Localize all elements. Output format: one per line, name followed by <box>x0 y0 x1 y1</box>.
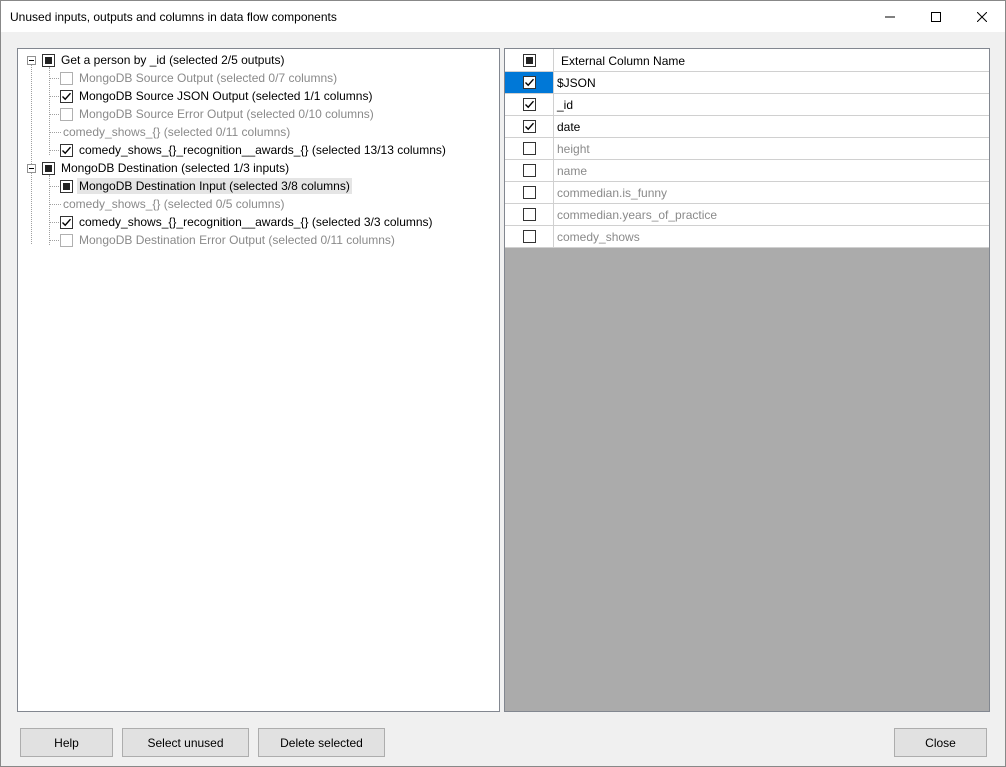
row-checkbox[interactable] <box>522 208 536 221</box>
close-window-button[interactable] <box>959 1 1005 32</box>
partial-checkbox[interactable] <box>42 53 55 67</box>
grid-row[interactable]: commedian.years_of_practice <box>505 204 989 226</box>
grid-row[interactable]: commedian.is_funny <box>505 182 989 204</box>
row-checkbox[interactable] <box>522 230 536 243</box>
tree-node-label: comedy_shows_{} (selected 0/5 columns) <box>63 197 285 211</box>
grid-checkbox-cell[interactable] <box>505 226 554 247</box>
tree-connector <box>49 222 59 223</box>
collapse-icon[interactable] <box>27 163 36 173</box>
tree-node-output[interactable]: MongoDB Destination Error Output (select… <box>60 231 397 249</box>
maximize-button[interactable] <box>913 1 959 32</box>
tree-node-label: MongoDB Destination (selected 1/3 inputs… <box>61 161 290 175</box>
tree-node-label: comedy_shows_{}_recognition__awards_{} (… <box>79 215 433 229</box>
tree-connector <box>49 132 61 133</box>
tree-node-label: MongoDB Source Error Output (selected 0/… <box>79 107 374 121</box>
tree-connector <box>49 67 50 155</box>
tree-connector <box>49 186 59 187</box>
external-column-name: $JSON <box>557 76 596 90</box>
external-column-name: _id <box>557 98 574 112</box>
tree-connector <box>49 114 59 115</box>
tree-connector <box>49 96 59 97</box>
tree-node-label: MongoDB Destination Error Output (select… <box>79 233 395 247</box>
tree-node-output[interactable]: MongoDB Source JSON Output (selected 1/1… <box>60 87 374 105</box>
grid-row[interactable]: _id <box>505 94 989 116</box>
delete-selected-button[interactable]: Delete selected <box>258 728 385 757</box>
grid-header: External Column Name <box>505 49 989 72</box>
external-column-name: height <box>557 142 590 156</box>
checkbox <box>60 233 73 247</box>
external-column-name: comedy_shows <box>557 230 640 244</box>
window-title: Unused inputs, outputs and columns in da… <box>10 10 337 24</box>
partial-checkbox[interactable] <box>60 179 73 193</box>
tree-node-output[interactable]: comedy_shows_{}_recognition__awards_{} (… <box>60 141 448 159</box>
tree-node-output[interactable]: comedy_shows_{} (selected 0/5 columns) <box>61 195 286 213</box>
minimize-icon <box>885 16 895 17</box>
tree-node-label: MongoDB Source JSON Output (selected 1/1… <box>79 89 373 103</box>
checkbox[interactable] <box>60 143 73 157</box>
external-column-name: name <box>557 164 588 178</box>
grid-row[interactable]: height <box>505 138 989 160</box>
tree-node-label: comedy_shows_{}_recognition__awards_{} (… <box>79 143 446 157</box>
tree-connector <box>49 240 59 241</box>
row-checkbox[interactable] <box>522 120 536 133</box>
tree-connector <box>31 64 32 172</box>
help-button[interactable]: Help <box>20 728 113 757</box>
title-bar: Unused inputs, outputs and columns in da… <box>1 1 1005 32</box>
checkbox[interactable] <box>60 215 73 229</box>
tree-node-component[interactable]: Get a person by _id (selected 2/5 output… <box>27 51 286 69</box>
select-all-header-cell[interactable] <box>505 49 554 72</box>
grid-row[interactable]: comedy_shows <box>505 226 989 248</box>
external-column-name: commedian.years_of_practice <box>557 208 718 222</box>
collapse-icon[interactable] <box>27 55 36 65</box>
close-icon <box>977 11 987 22</box>
checkbox <box>60 107 73 121</box>
tree-node-label: MongoDB Source Output (selected 0/7 colu… <box>79 71 338 85</box>
grid-checkbox-cell[interactable] <box>505 138 554 159</box>
row-checkbox[interactable] <box>522 164 536 177</box>
close-button[interactable]: Close <box>894 728 987 757</box>
select-unused-button[interactable]: Select unused <box>122 728 249 757</box>
row-checkbox[interactable] <box>522 186 536 199</box>
tree-node-label: Get a person by _id (selected 2/5 output… <box>61 53 285 67</box>
tree-node-component[interactable]: MongoDB Destination (selected 1/3 inputs… <box>27 159 291 177</box>
checkbox <box>60 71 73 85</box>
row-checkbox[interactable] <box>522 76 536 89</box>
external-column-name: date <box>557 120 581 134</box>
grid-checkbox-cell[interactable] <box>505 160 554 181</box>
tree-node-label: comedy_shows_{} (selected 0/11 columns) <box>63 125 291 139</box>
grid-row[interactable]: $JSON <box>505 72 989 94</box>
grid-row[interactable]: name <box>505 160 989 182</box>
minimize-button[interactable] <box>867 1 913 32</box>
columns-grid[interactable]: External Column Name $JSON _iddate height n… <box>504 48 990 712</box>
partial-checkbox[interactable] <box>42 161 55 175</box>
checkbox[interactable] <box>60 89 73 103</box>
tree-node-label: MongoDB Destination Input (selected 3/8 … <box>77 178 352 194</box>
tree-node-output[interactable]: MongoDB Source Error Output (selected 0/… <box>60 105 376 123</box>
row-checkbox[interactable] <box>522 98 536 111</box>
select-all-checkbox[interactable] <box>522 54 536 67</box>
maximize-icon <box>931 11 941 22</box>
tree-connector <box>31 172 32 244</box>
dialog-window: Unused inputs, outputs and columns in da… <box>0 0 1006 767</box>
row-checkbox[interactable] <box>522 142 536 155</box>
grid-checkbox-cell[interactable] <box>505 72 554 93</box>
tree-node-output[interactable]: MongoDB Source Output (selected 0/7 colu… <box>60 69 339 87</box>
external-column-name: commedian.is_funny <box>557 186 668 200</box>
external-column-name-header[interactable]: External Column Name <box>561 54 685 68</box>
grid-checkbox-cell[interactable] <box>505 204 554 225</box>
grid-checkbox-cell[interactable] <box>505 116 554 137</box>
grid-checkbox-cell[interactable] <box>505 94 554 115</box>
tree-connector <box>49 150 59 151</box>
tree-connector <box>49 78 59 79</box>
tree-node-output[interactable]: MongoDB Destination Input (selected 3/8 … <box>60 177 352 195</box>
grid-checkbox-cell[interactable] <box>505 182 554 203</box>
grid-row[interactable]: date <box>505 116 989 138</box>
components-tree[interactable]: Get a person by _id (selected 2/5 output… <box>17 48 500 712</box>
tree-node-output[interactable]: comedy_shows_{} (selected 0/11 columns) <box>61 123 292 141</box>
tree-node-output[interactable]: comedy_shows_{}_recognition__awards_{} (… <box>60 213 435 231</box>
tree-connector <box>49 204 61 205</box>
